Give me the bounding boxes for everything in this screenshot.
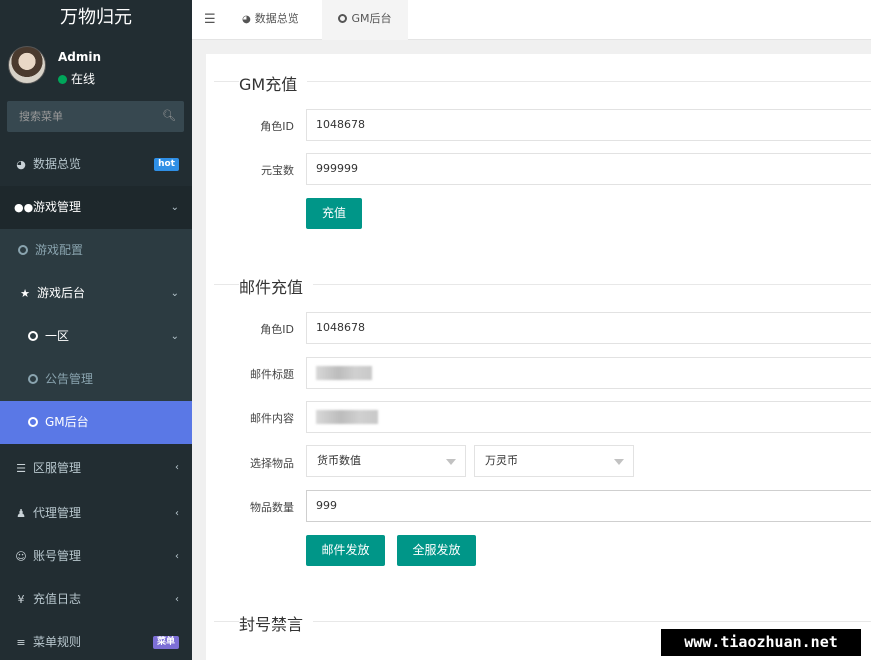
submenu-game-manage: 游戏配置 ★ 游戏后台 ⌄ 一区 ⌄ 公告管理 GM后台	[0, 229, 192, 444]
sidebar: 万物归元 Admin 在线 🔍︎ ◕ 数据总览 hot ●●游戏管理 ⌄ 游戏配置…	[0, 0, 192, 660]
user-name: Admin	[58, 50, 102, 64]
sidebar-item-label: 游戏管理	[33, 200, 82, 214]
sidebar-item-label: 区服管理	[33, 461, 82, 475]
chevron-left-icon: ‹	[175, 551, 179, 562]
sidebar-item-label: 公告管理	[45, 372, 94, 386]
online-dot-icon	[58, 75, 67, 84]
dashboard-icon: ◕	[242, 14, 251, 25]
list-icon: ☰	[16, 462, 26, 475]
item-type-select[interactable]: 货币数值	[306, 445, 466, 477]
chevron-left-icon: ‹	[175, 594, 179, 605]
sidebar-item-account-manage[interactable]: ☺ 账号管理 ‹	[0, 535, 192, 578]
bars-icon: ≡	[16, 636, 26, 649]
yuanbao-label: 元宝数	[261, 164, 294, 177]
mail-content-label: 邮件内容	[250, 412, 294, 425]
users-icon: ♟	[16, 507, 26, 520]
sidebar-item-game-manage[interactable]: ●●游戏管理 ⌄	[0, 186, 192, 229]
caret-down-icon	[614, 459, 624, 465]
search-input[interactable]	[7, 101, 157, 132]
sidebar-item-label: 账号管理	[33, 549, 82, 563]
mail-content-input[interactable]	[306, 401, 871, 433]
watermark: www.tiaozhuan.net	[661, 629, 861, 656]
sidebar-item-label: GM后台	[45, 415, 89, 429]
dashboard-icon: ◕	[16, 158, 26, 171]
item-value: 万灵币	[485, 454, 518, 467]
sidebar-item-recharge-log[interactable]: ¥ 充值日志 ‹	[0, 578, 192, 621]
sidebar-item-label: 代理管理	[33, 506, 82, 520]
sidebar-item-gm-backend[interactable]: GM后台	[0, 401, 192, 444]
sidebar-search: 🔍︎	[7, 101, 184, 132]
section-title-ban: 封号禁言	[239, 611, 314, 635]
main-content: GM充值 角色ID 1048678 元宝数 999999 充值 邮件充值 角色I…	[206, 54, 871, 660]
sidebar-item-label: 一区	[45, 329, 70, 343]
user-status: 在线	[58, 70, 95, 87]
role-id-label: 角色ID	[260, 120, 294, 133]
user-panel: Admin 在线	[0, 36, 192, 96]
sidebar-item-label: 充值日志	[33, 592, 82, 606]
tab-gm-backend[interactable]: GM后台	[322, 0, 408, 40]
redacted-text	[316, 410, 378, 424]
sidebar-menu: ◕ 数据总览 hot ●●游戏管理 ⌄ 游戏配置 ★ 游戏后台 ⌄ 一区 ⌄ 公告管…	[0, 143, 192, 660]
redacted-text	[316, 366, 372, 380]
item-select-label: 选择物品	[250, 457, 294, 470]
mail-title-input[interactable]	[306, 357, 871, 389]
brand-title: 万物归元	[0, 0, 192, 36]
circle-icon	[28, 374, 38, 384]
hot-badge: hot	[154, 158, 179, 171]
sidebar-item-zone1[interactable]: 一区 ⌄	[0, 315, 192, 358]
sidebar-item-label: 游戏配置	[35, 243, 84, 257]
item-qty-label: 物品数量	[250, 501, 294, 514]
avatar	[8, 46, 46, 84]
sidebar-item-dashboard[interactable]: ◕ 数据总览 hot	[0, 143, 192, 186]
send-mail-button[interactable]: 邮件发放	[306, 535, 385, 566]
sidebar-item-announce[interactable]: 公告管理	[0, 358, 192, 401]
chevron-down-icon: ⌄	[170, 202, 179, 213]
item-select[interactable]: 万灵币	[474, 445, 634, 477]
mail-title-label: 邮件标题	[250, 368, 294, 381]
yen-icon: ¥	[17, 593, 25, 606]
sidebar-item-game-config[interactable]: 游戏配置	[0, 229, 192, 272]
send-all-button[interactable]: 全服发放	[397, 535, 476, 566]
circle-icon	[338, 14, 348, 23]
star-icon: ★	[20, 287, 30, 300]
circle-icon	[28, 331, 38, 341]
section-title-gm-recharge: GM充值	[239, 71, 308, 95]
tab-dashboard[interactable]: ◕ 数据总览	[242, 0, 299, 40]
chevron-left-icon: ‹	[175, 508, 179, 519]
tab-label: GM后台	[351, 12, 392, 25]
user-status-label: 在线	[71, 72, 96, 86]
recharge-button[interactable]: 充值	[306, 198, 362, 229]
sidebar-item-server-manage[interactable]: ☰ 区服管理 ‹	[0, 444, 192, 492]
search-icon[interactable]: 🔍︎	[162, 110, 176, 122]
chevron-down-icon: ⌄	[170, 331, 179, 342]
circle-icon	[28, 417, 38, 427]
tab-label: 数据总览	[254, 12, 299, 25]
chevron-left-icon: ‹	[175, 462, 179, 473]
caret-down-icon	[446, 459, 456, 465]
divider	[214, 81, 871, 82]
item-qty-input[interactable]: 999	[306, 490, 871, 522]
user-circle-icon: ☺	[15, 550, 27, 563]
sidebar-item-menu-rules[interactable]: ≡ 菜单规则 菜单	[0, 621, 192, 660]
sidebar-item-label: 游戏后台	[37, 286, 86, 300]
sidebar-item-label: 菜单规则	[33, 635, 82, 649]
mail-role-id-input[interactable]: 1048678	[306, 312, 871, 344]
sidebar-item-game-backend[interactable]: ★ 游戏后台 ⌄	[0, 272, 192, 315]
hamburger-icon[interactable]: ☰	[204, 12, 216, 27]
circle-icon	[18, 245, 28, 255]
chevron-down-icon: ⌄	[170, 288, 179, 299]
gm-role-id-input[interactable]: 1048678	[306, 109, 871, 141]
gamepad-icon: ●●	[14, 201, 34, 214]
submenu-game-backend: 一区 ⌄ 公告管理 GM后台	[0, 315, 192, 444]
item-type-value: 货币数值	[317, 454, 361, 467]
section-title-mail-recharge: 邮件充值	[239, 274, 314, 298]
yuanbao-input[interactable]: 999999	[306, 153, 871, 185]
menu-badge: 菜单	[152, 636, 179, 649]
sidebar-item-agent-manage[interactable]: ♟ 代理管理 ‹	[0, 492, 192, 535]
sidebar-item-label: 数据总览	[33, 157, 82, 171]
mail-role-id-label: 角色ID	[260, 323, 294, 336]
top-bar: ☰ ◕ 数据总览 GM后台	[192, 0, 871, 40]
